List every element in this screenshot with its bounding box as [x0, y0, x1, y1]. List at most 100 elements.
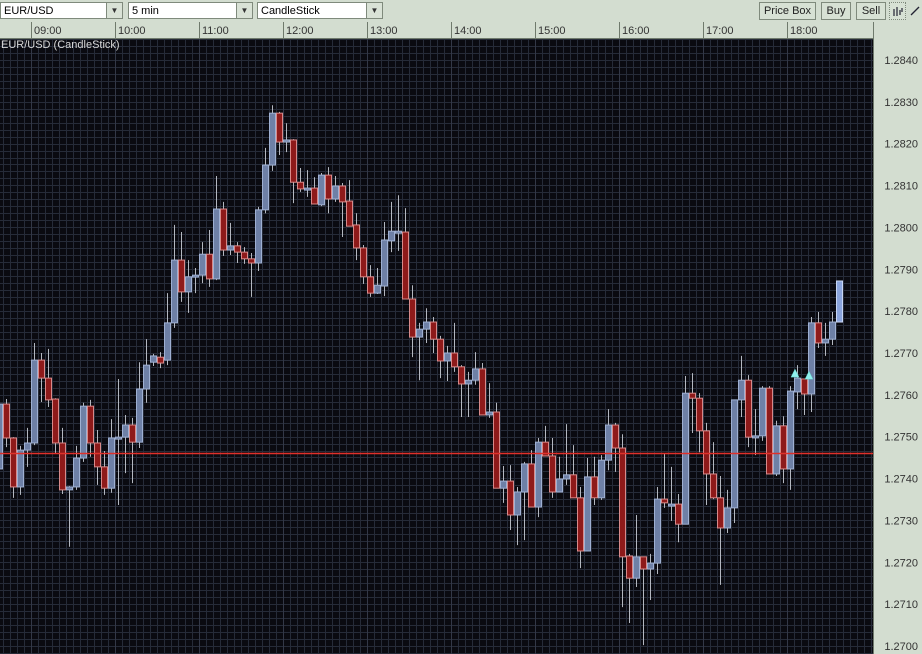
candle-body-up: [423, 321, 430, 330]
time-tick-label: 16:00: [622, 25, 650, 37]
price-tick-label: 1.2750: [884, 432, 918, 444]
candle-body-up: [31, 359, 38, 444]
interval-select[interactable]: 5 min ▼: [128, 2, 253, 19]
candle-body-up: [465, 379, 472, 385]
candle-body-up: [115, 436, 122, 440]
candle-body-up: [255, 209, 262, 264]
candle-body-down: [59, 442, 66, 491]
candle: [682, 376, 689, 525]
candle-body-up: [472, 368, 479, 381]
price-tick-label: 1.2830: [884, 97, 918, 109]
sell-button[interactable]: Sell: [856, 2, 886, 20]
candle-body-up: [647, 562, 654, 570]
draw-line-button[interactable]: [907, 2, 922, 20]
candle-body-up: [381, 239, 388, 287]
candle-body-down: [290, 139, 297, 183]
candle-body-up: [773, 425, 780, 475]
candle-body-up: [122, 424, 129, 438]
candle-body-up: [668, 503, 675, 507]
candle-body-down: [437, 338, 444, 362]
candle-body-down: [339, 185, 346, 203]
candle-body-down: [360, 247, 367, 278]
candle: [759, 386, 766, 441]
candle-body-down: [703, 430, 710, 475]
candle-body-up: [0, 403, 3, 470]
interval-value: 5 min: [132, 5, 159, 17]
candle-body-down: [206, 253, 213, 280]
time-tick-label: 09:00: [34, 25, 62, 37]
buy-button[interactable]: Buy: [821, 2, 851, 20]
time-tick-label: 11:00: [202, 25, 229, 37]
candle-body-up: [486, 411, 493, 416]
candle-body-up: [136, 388, 143, 443]
candle: [773, 420, 780, 477]
candle-body-up: [752, 435, 759, 439]
candle-body-up: [584, 476, 591, 552]
candle-body-down: [311, 187, 318, 205]
time-tick-label: 10:00: [118, 25, 146, 37]
candle-body-up: [682, 392, 689, 525]
candle-body-down: [325, 174, 332, 200]
candle-body-down: [689, 392, 696, 399]
candle-body-down: [577, 497, 584, 552]
candle-body-down: [430, 321, 437, 340]
draw-line-icon: [910, 6, 919, 16]
candle-body-down: [612, 424, 619, 449]
candle-body-up: [444, 352, 451, 362]
candle-body-down: [780, 425, 787, 470]
candle: [535, 437, 542, 518]
candle-body-down: [493, 411, 500, 489]
candle-body-up: [633, 556, 640, 579]
candle-body-down: [766, 387, 773, 475]
chevron-down-icon[interactable]: ▼: [106, 3, 122, 18]
candle-body-up: [213, 208, 220, 280]
candle-body-up: [724, 507, 731, 529]
candle-body-down: [696, 397, 703, 432]
price-tick-label: 1.2730: [884, 515, 918, 527]
candle-body-down: [38, 359, 45, 379]
price-tick-label: 1.2720: [884, 557, 918, 569]
candle-body-down: [367, 276, 374, 294]
candle-body-up: [24, 442, 31, 451]
candle-body-up: [556, 478, 563, 493]
candle-body-down: [570, 474, 577, 499]
candle-body-down: [3, 403, 10, 439]
bar-chart-button[interactable]: [889, 2, 906, 20]
candle-body-down: [591, 476, 598, 499]
candle-body-down: [717, 497, 724, 529]
candle-body-down: [178, 259, 185, 293]
candle-body-up: [171, 259, 178, 324]
price-tick-label: 1.2820: [884, 139, 918, 151]
chevron-down-icon[interactable]: ▼: [236, 3, 252, 18]
candlestick-chart[interactable]: 09:00 10:00 11:00 12:00 13:00 14:00 15:00 16:00…: [0, 22, 922, 654]
price-tick-label: 1.2700: [884, 641, 918, 653]
candle-body-down: [507, 480, 514, 516]
candle-body-up: [738, 379, 745, 401]
candle-body-down: [675, 503, 682, 525]
toolbar: EUR/USD ▼ 5 min ▼ CandleStick ▼ Price Bo…: [0, 0, 922, 22]
time-tick-label: 13:00: [370, 25, 398, 37]
time-tick-label: 17:00: [706, 25, 734, 37]
candle-body-up: [332, 185, 339, 200]
candle-body-up: [192, 274, 199, 278]
price-tick-label: 1.2800: [884, 222, 918, 234]
chevron-down-icon[interactable]: ▼: [366, 3, 382, 18]
candle-body-down: [640, 556, 647, 570]
price-box-button[interactable]: Price Box: [759, 2, 816, 20]
price-axis[interactable]: 1.2840 1.2830 1.2820 1.2810 1.2800 1.2790 1.27…: [884, 55, 918, 653]
candle-body-down: [710, 473, 717, 499]
candle-body-up: [787, 390, 794, 470]
candle-body-up: [535, 441, 542, 508]
time-tick-label: 12:00: [286, 25, 314, 37]
price-tick-label: 1.2840: [884, 55, 918, 67]
candle-body-up: [17, 449, 24, 488]
candle-body-up: [108, 437, 115, 489]
candle: [318, 173, 325, 207]
chart-type-select[interactable]: CandleStick ▼: [257, 2, 383, 19]
price-tick-label: 1.2740: [884, 474, 918, 486]
candle-body-up: [269, 112, 276, 166]
candle-body-up: [514, 491, 521, 516]
candle-body-up: [416, 328, 423, 338]
symbol-select[interactable]: EUR/USD ▼: [0, 2, 123, 19]
candle-body-up: [164, 322, 171, 361]
